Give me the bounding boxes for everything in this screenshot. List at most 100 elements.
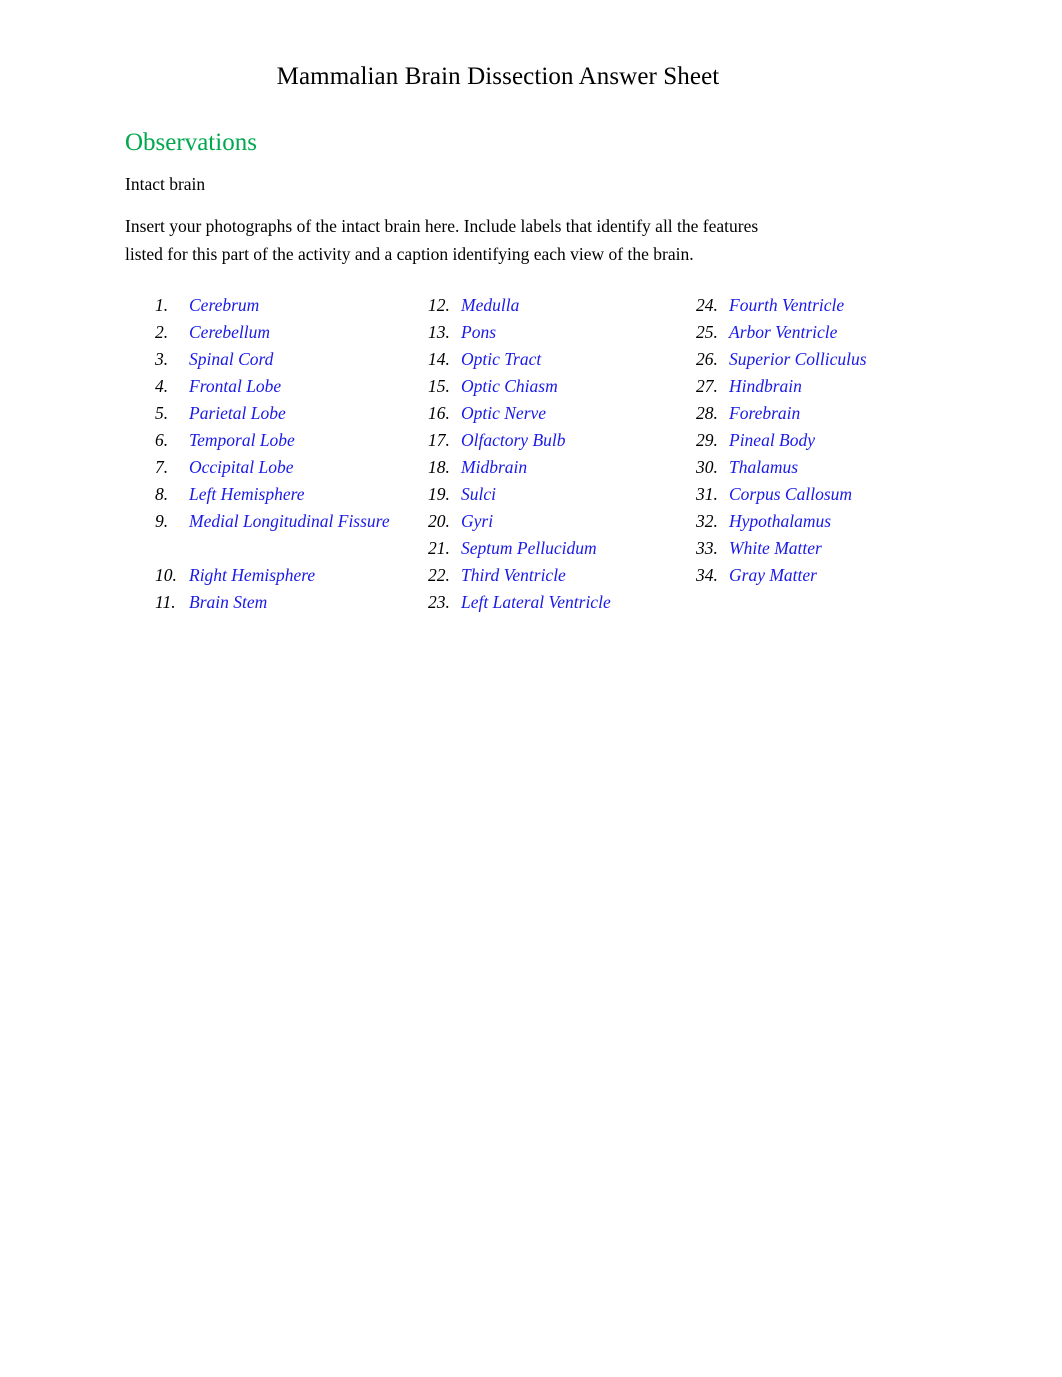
list-item-label: Septum Pellucidum [461, 538, 597, 558]
list-item-label: Spinal Cord [189, 349, 274, 369]
list-item-number: 8. [155, 484, 169, 504]
list-item: 26. Superior Colliculus [696, 346, 996, 373]
list-item-number: 1. [155, 295, 169, 315]
list-item-number: 4. [155, 376, 169, 396]
list-item: 23. Left Lateral Ventricle [428, 589, 693, 616]
list-item: 28. Forebrain [696, 400, 996, 427]
list-item: 29. Pineal Body [696, 427, 996, 454]
list-item-number: 33. [696, 538, 718, 558]
document-page: Mammalian Brain Dissection Answer Sheet … [0, 0, 1062, 1377]
list-item-label: Frontal Lobe [189, 376, 282, 396]
list-item-number: 28. [696, 403, 718, 423]
list-item: 22. Third Ventricle [428, 562, 693, 589]
list-item: 11. Brain Stem [155, 589, 415, 616]
list-item: 19. Sulci [428, 481, 693, 508]
list-item-number: 29. [696, 430, 718, 450]
list-item-number: 31. [696, 484, 718, 504]
list-item-label: Hindbrain [729, 376, 802, 396]
list-item-number: 3. [155, 349, 169, 369]
list-item-number: 27. [696, 376, 718, 396]
list-item: 5. Parietal Lobe [155, 400, 415, 427]
list-item-number: 18. [428, 457, 450, 477]
list-item: 14. Optic Tract [428, 346, 693, 373]
list-item: 6. Temporal Lobe [155, 427, 415, 454]
features-column-2: 12. Medulla 13. Pons 14. Optic Tract 15. Optic … [428, 292, 693, 616]
list-item-label: Brain Stem [189, 592, 268, 612]
section-heading-observations: Observations [125, 129, 257, 156]
list-item: 16. Optic Nerve [428, 400, 693, 427]
list-item-label: Arbor Ventricle [729, 322, 838, 342]
instructions-paragraph: Insert your photographs of the intact br… [125, 216, 759, 264]
list-item: 30. Thalamus [696, 454, 996, 481]
page-title: Mammalian Brain Dissection Answer Sheet [276, 63, 720, 90]
list-item: 4. Frontal Lobe [155, 373, 415, 400]
list-item: 15. Optic Chiasm [428, 373, 693, 400]
list-item-number: 6. [155, 430, 169, 450]
list-item-label: Pons [461, 322, 496, 342]
list-item-number: 20. [428, 511, 450, 531]
list-item-number: 30. [696, 457, 718, 477]
list-item: 34. Gray Matter [696, 562, 996, 589]
list-item: 27. Hindbrain [696, 373, 996, 400]
list-item: 32. Hypothalamus [696, 508, 996, 535]
list-item-number: 7. [155, 457, 169, 477]
list-item: 25. Arbor Ventricle [696, 319, 996, 346]
list-item: 10. Right Hemisphere [155, 562, 415, 589]
list-item-number: 32. [696, 511, 718, 531]
list-item-label: Gyri [461, 511, 494, 531]
list-item: 31. Corpus Callosum [696, 481, 996, 508]
list-item-label: Midbrain [461, 457, 528, 477]
list-item-label: Sulci [461, 484, 496, 504]
features-column-3: 24. Fourth Ventricle 25. Arbor Ventricle 26.… [696, 292, 996, 589]
list-item: 24. Fourth Ventricle [696, 292, 996, 319]
list-item: 2. Cerebellum [155, 319, 415, 346]
list-item-number: 21. [428, 538, 450, 558]
list-item: 8. Left Hemisphere [155, 481, 415, 508]
list-item-label: Left Lateral Ventricle [461, 592, 611, 612]
list-item: 9. Medial Longitudinal Fissure [155, 508, 415, 562]
list-item: 12. Medulla [428, 292, 693, 319]
list-item-number: 23. [428, 592, 450, 612]
list-item-number: 11. [155, 592, 176, 612]
list-item-number: 14. [428, 349, 450, 369]
list-item-label: Fourth Ventricle [729, 295, 845, 315]
list-item-label: White Matter [729, 538, 822, 558]
list-item-number: 34. [696, 565, 718, 585]
list-item: 17. Olfactory Bulb [428, 427, 693, 454]
list-item: 20. Gyri [428, 508, 693, 535]
list-item-label: Left Hemisphere [189, 484, 305, 504]
list-item-label: Forebrain [729, 403, 801, 423]
list-item-label: Pineal Body [729, 430, 816, 450]
list-item-label: Optic Tract [461, 349, 542, 369]
list-item: 1. Cerebrum [155, 292, 415, 319]
list-item: 18. Midbrain [428, 454, 693, 481]
subheading-intact-brain: Intact brain [125, 174, 206, 194]
list-item-label: Right Hemisphere [189, 565, 316, 585]
list-item-label: Medulla [461, 295, 520, 315]
list-item-number: 9. [155, 511, 169, 531]
list-item-number: 25. [696, 322, 718, 342]
list-item-number: 15. [428, 376, 450, 396]
list-item-number: 17. [428, 430, 450, 450]
list-item-label: Hypothalamus [729, 511, 832, 531]
list-item-label: Superior Colliculus [729, 349, 867, 369]
list-item-label: Optic Nerve [461, 403, 547, 423]
list-item-label: Optic Chiasm [461, 376, 558, 396]
list-item-label: Temporal Lobe [189, 430, 295, 450]
list-item-label: Thalamus [729, 457, 799, 477]
list-item-number: 12. [428, 295, 450, 315]
list-item-label: Corpus Callosum [729, 484, 853, 504]
list-item-label: Medial Longitudinal Fissure [189, 511, 390, 531]
list-item: 21. Septum Pellucidum [428, 535, 693, 562]
list-item-label: Occipital Lobe [189, 457, 294, 477]
list-item-number: 2. [155, 322, 169, 342]
list-item-number: 13. [428, 322, 450, 342]
list-item-number: 5. [155, 403, 169, 423]
list-item-number: 19. [428, 484, 450, 504]
list-item-number: 22. [428, 565, 450, 585]
list-item: 13. Pons [428, 319, 693, 346]
list-item-number: 26. [696, 349, 718, 369]
features-column-1: 1. Cerebrum 2. Cerebellum 3. Spinal Cord 4. Fro… [155, 292, 415, 616]
list-item-label: Parietal Lobe [189, 403, 286, 423]
list-item-label: Cerebellum [189, 322, 270, 342]
